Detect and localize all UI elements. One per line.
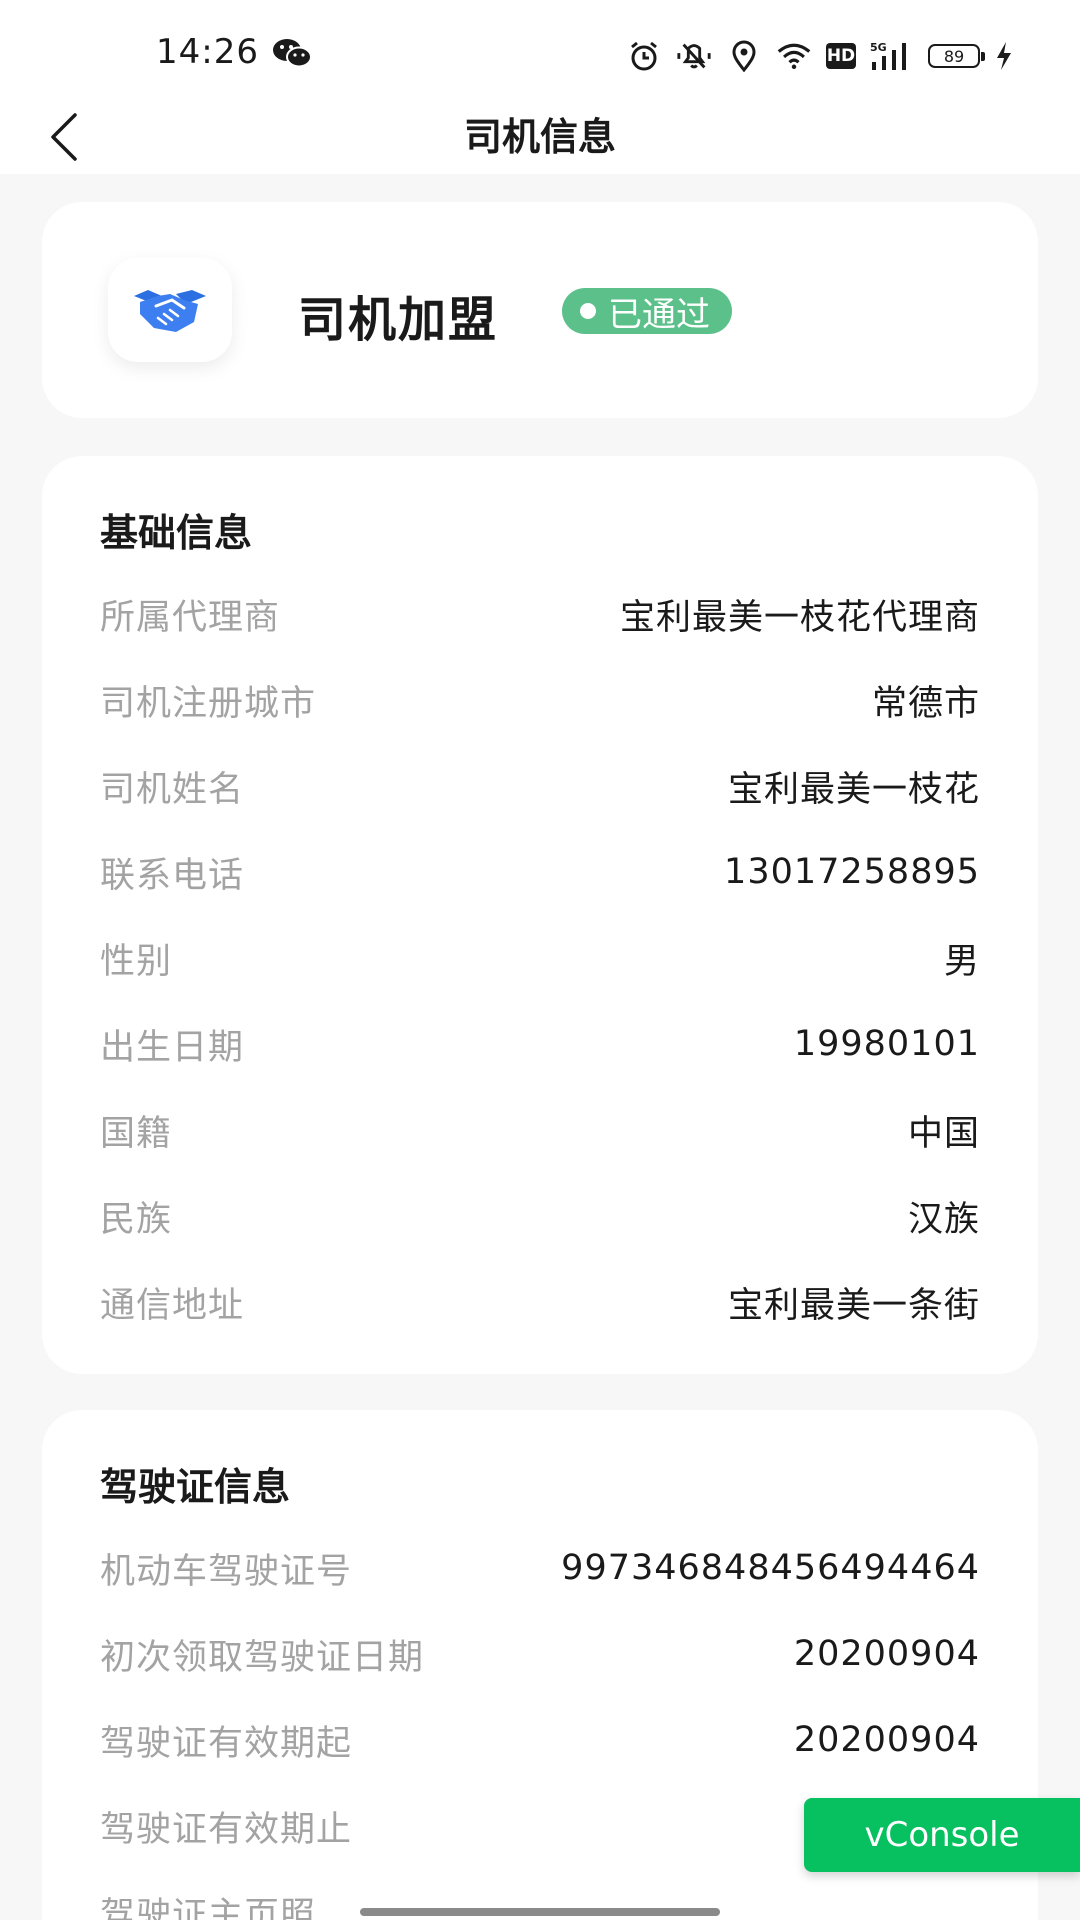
info-row: 初次领取驾驶证日期 20200904 xyxy=(100,1624,980,1684)
page-title: 司机信息 xyxy=(463,115,616,159)
info-value: 20200904 xyxy=(793,1720,980,1760)
info-row: 国籍 中国 xyxy=(100,1100,980,1160)
info-row: 机动车驾驶证号 997346848456494464 xyxy=(100,1538,980,1598)
info-value: 宝利最美一条街 xyxy=(727,1285,980,1326)
status-badge: 已通过 xyxy=(562,288,732,335)
phone-value[interactable]: 13017258895 xyxy=(724,852,980,892)
charging-icon xyxy=(994,39,1014,73)
info-row: 联系电话 13017258895 xyxy=(100,842,980,902)
info-label: 联系电话 xyxy=(100,855,245,896)
info-value: 20200904 xyxy=(793,1634,980,1674)
info-label: 司机姓名 xyxy=(100,769,245,810)
back-button[interactable] xyxy=(28,100,98,174)
info-label: 性别 xyxy=(100,941,173,982)
status-icons: HD 5G 89 xyxy=(626,36,1014,76)
vconsole-button[interactable]: vConsole xyxy=(804,1798,1080,1872)
wechat-icon xyxy=(272,36,312,70)
info-row: 出生日期 19980101 xyxy=(100,1014,980,1074)
location-icon xyxy=(726,39,762,73)
status-card: 司机加盟 已通过 xyxy=(42,202,1038,418)
info-value: 宝利最美一枝花 xyxy=(727,769,980,810)
info-value: 汉族 xyxy=(907,1199,980,1240)
info-label: 出生日期 xyxy=(100,1027,245,1068)
info-value: 997346848456494464 xyxy=(561,1548,980,1588)
chevron-left-icon xyxy=(51,113,77,161)
info-row: 司机姓名 宝利最美一枝花 xyxy=(100,756,980,816)
signal-icon: 5G xyxy=(870,39,914,73)
wifi-icon xyxy=(776,39,812,73)
mute-icon xyxy=(676,39,712,73)
battery-icon: 89 xyxy=(928,44,985,68)
status-time: 14:26 xyxy=(156,32,259,72)
status-bar: 14:26 HD 5G 89 xyxy=(0,0,1080,100)
info-label: 驾驶证有效期起 xyxy=(100,1723,353,1764)
info-value: 常德市 xyxy=(871,683,980,724)
status-title: 司机加盟 xyxy=(298,292,499,348)
hd-badge: HD xyxy=(826,43,856,69)
info-label: 通信地址 xyxy=(100,1285,245,1326)
handshake-icon xyxy=(134,290,206,332)
info-label: 机动车驾驶证号 xyxy=(100,1551,353,1592)
info-row: 驾驶证有效期起 20200904 xyxy=(100,1710,980,1770)
info-label: 国籍 xyxy=(100,1113,173,1154)
info-value: 宝利最美一枝花代理商 xyxy=(619,597,980,638)
network-label: 5G xyxy=(870,41,887,54)
alarm-icon xyxy=(626,39,662,73)
info-value: 19980101 xyxy=(793,1024,980,1064)
info-value: 中国 xyxy=(907,1113,980,1154)
section-title: 基础信息 xyxy=(100,511,253,555)
info-label: 所属代理商 xyxy=(100,597,281,638)
info-row: 通信地址 宝利最美一条街 xyxy=(100,1272,980,1332)
page: 14:26 HD 5G 89 司机信息 司机加盟 已通过 基础信息 所属代理商 … xyxy=(0,0,1080,1920)
info-label: 初次领取驾驶证日期 xyxy=(100,1637,425,1678)
info-label: 司机注册城市 xyxy=(100,683,317,724)
info-row: 司机注册城市 常德市 xyxy=(100,670,980,730)
status-dot xyxy=(580,303,596,319)
info-value: 男 xyxy=(943,941,980,982)
info-label: 驾驶证有效期止 xyxy=(100,1809,353,1850)
info-row: 性别 男 xyxy=(100,928,980,988)
nav-bar: 司机信息 xyxy=(0,100,1080,174)
status-logo xyxy=(108,258,232,362)
section-title: 驾驶证信息 xyxy=(100,1465,291,1509)
battery-level: 89 xyxy=(943,46,965,66)
status-badge-label: 已通过 xyxy=(608,294,710,335)
info-label: 驾驶证主页照 xyxy=(100,1895,317,1920)
info-row: 所属代理商 宝利最美一枝花代理商 xyxy=(100,584,980,644)
info-row: 民族 汉族 xyxy=(100,1186,980,1246)
home-indicator[interactable] xyxy=(360,1908,720,1916)
info-label: 民族 xyxy=(100,1199,173,1240)
basic-info-card: 基础信息 所属代理商 宝利最美一枝花代理商 司机注册城市 常德市 司机姓名 宝利… xyxy=(42,456,1038,1374)
